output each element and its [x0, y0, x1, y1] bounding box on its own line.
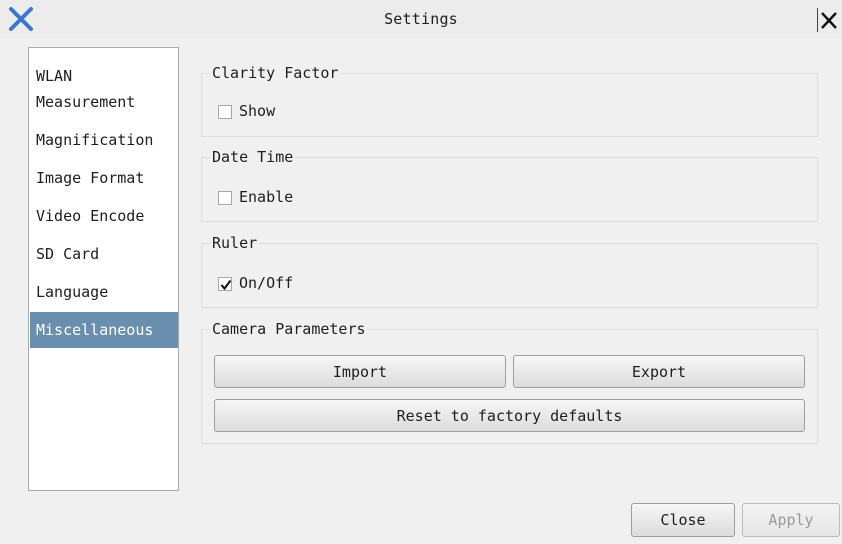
window-title: Settings: [384, 10, 458, 28]
date-time-enable-label: Enable: [239, 188, 294, 206]
clarity-show-label: Show: [239, 102, 276, 120]
close-icon[interactable]: [817, 8, 839, 32]
camera-parameters-group: Camera Parameters Import Export Reset to…: [201, 320, 818, 444]
settings-category-list: WLAN Measurement Magnification Image For…: [28, 47, 179, 491]
ruler-group: Ruler On/Off: [201, 234, 818, 308]
close-button[interactable]: Close: [631, 503, 735, 537]
title-bar: Settings: [0, 0, 842, 38]
import-button[interactable]: Import: [214, 355, 506, 388]
ruler-onoff-checkbox[interactable]: [218, 277, 232, 291]
ruler-onoff-label: On/Off: [239, 274, 294, 292]
date-time-title: Date Time: [210, 148, 296, 166]
sidebar-item-magnification[interactable]: Magnification: [30, 122, 178, 158]
ruler-title: Ruler: [210, 234, 260, 252]
sidebar-item-video-encode[interactable]: Video Encode: [30, 198, 178, 234]
sidebar-item-language[interactable]: Language: [30, 274, 178, 310]
clarity-factor-group: Clarity Factor Show: [201, 64, 818, 137]
sidebar-item-measurement[interactable]: Measurement: [30, 84, 178, 120]
export-button[interactable]: Export: [513, 355, 805, 388]
date-time-enable-checkbox[interactable]: [218, 191, 232, 205]
checkmark-icon: [220, 279, 232, 291]
clarity-show-checkbox[interactable]: [218, 105, 232, 119]
clarity-factor-title: Clarity Factor: [210, 64, 341, 82]
apply-button[interactable]: Apply: [742, 503, 840, 537]
camera-parameters-title: Camera Parameters: [210, 320, 368, 338]
date-time-group: Date Time Enable: [201, 148, 818, 222]
reset-factory-defaults-button[interactable]: Reset to factory defaults: [214, 399, 805, 432]
sidebar-item-image-format[interactable]: Image Format: [30, 160, 178, 196]
sidebar-item-miscellaneous[interactable]: Miscellaneous: [30, 312, 178, 348]
sidebar-item-sd-card[interactable]: SD Card: [30, 236, 178, 272]
